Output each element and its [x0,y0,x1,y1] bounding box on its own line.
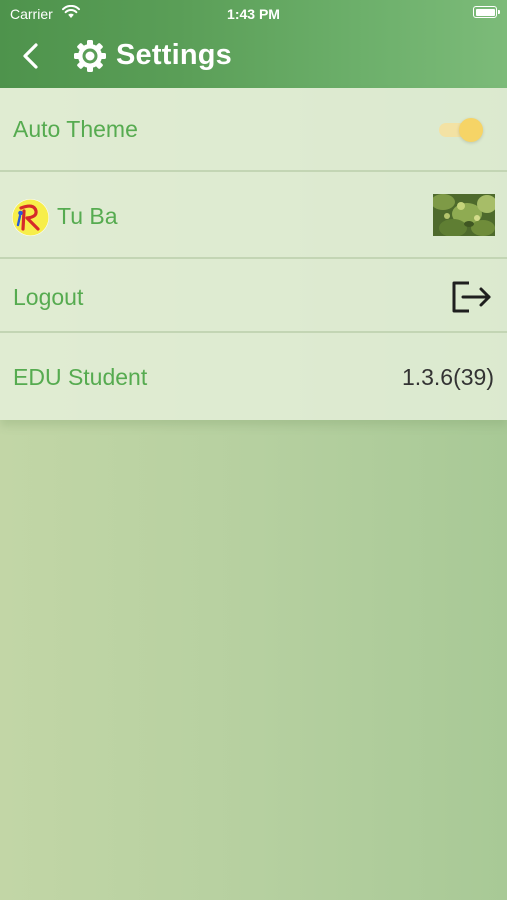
toggle-knob [459,118,483,142]
auto-theme-label: Auto Theme [13,116,138,142]
profile-name: Tu Ba [57,203,118,229]
status-bar: Carrier 1:43 PM [0,0,507,28]
auto-theme-toggle[interactable] [439,117,485,143]
gear-icon [74,40,106,72]
profile-cover-image[interactable] [433,194,495,236]
settings-list: Auto Theme Tu Ba Logout EDU Student 1.3.… [0,88,507,420]
profile-avatar [12,199,49,236]
app-info-row: EDU Student 1.3.6(39) [0,333,507,420]
back-button[interactable] [16,40,46,72]
app-name: EDU Student [13,364,148,390]
auto-theme-row: Auto Theme [0,88,507,172]
logout-row[interactable]: Logout [0,259,507,333]
app-version: 1.3.6(39) [401,364,494,390]
battery-icon [473,6,500,18]
logout-icon[interactable] [449,278,493,316]
status-time: 1:43 PM [227,6,280,22]
profile-row[interactable]: Tu Ba [0,172,507,259]
page-title: Settings [116,39,232,71]
logout-label: Logout [13,284,84,310]
